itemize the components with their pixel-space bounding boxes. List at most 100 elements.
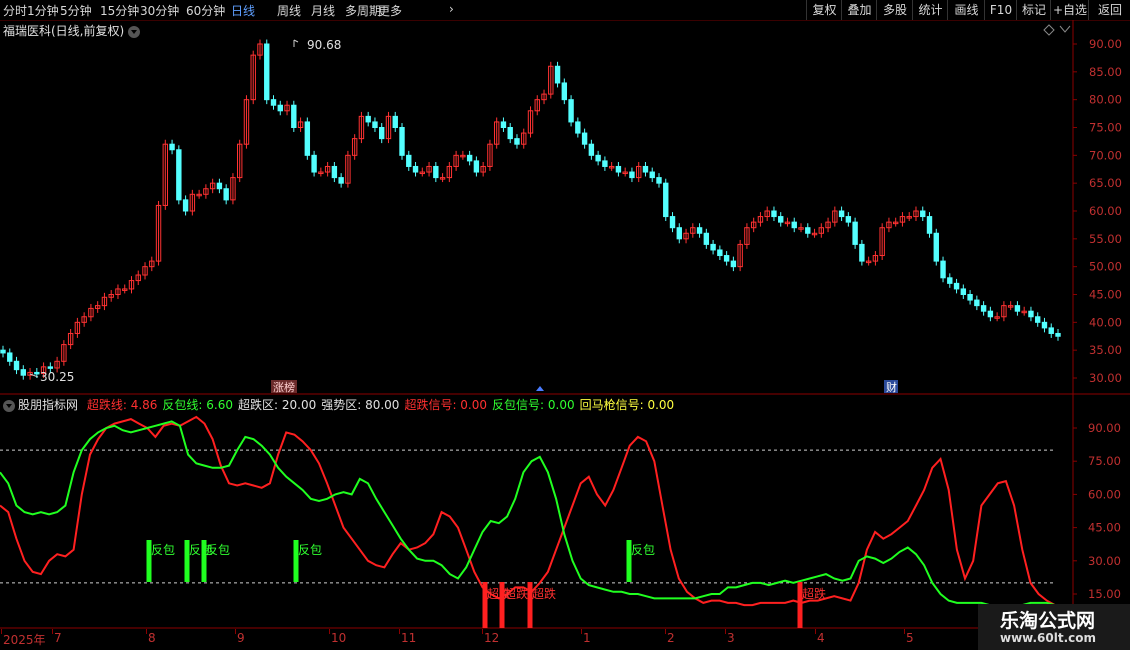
fanbao-signal-label: 反包: [298, 543, 322, 557]
price-tick-label: 75.00: [1089, 121, 1122, 135]
time-axis-label: 3: [727, 631, 735, 645]
high-marker-icon: [293, 39, 299, 47]
signal-bars: 反包 反包反包 反包 反包超跌超跌 超跌 超跌: [146, 540, 826, 628]
candlestick-series: [0, 39, 1061, 380]
candle-body: [568, 99, 574, 123]
candle-body: [960, 288, 967, 295]
time-axis-tick: [235, 629, 236, 634]
candle-body: [980, 305, 987, 312]
candle-body: [277, 104, 283, 112]
candle-body: [629, 171, 635, 179]
chaodie-signal-label: 超跌: [802, 586, 826, 601]
candle-body: [176, 149, 182, 201]
candle-body: [730, 260, 737, 268]
price-tick-label: 65.00: [1089, 176, 1122, 190]
candle-body: [372, 121, 378, 129]
candle-body: [554, 65, 561, 84]
time-axis-label: 8: [148, 631, 156, 645]
candle-body: [406, 154, 412, 167]
finance-tag-label: 财: [886, 380, 897, 394]
candle-body: [703, 232, 710, 245]
candle-body: [595, 154, 601, 162]
time-axis-tick: [725, 629, 726, 634]
candle-body: [223, 188, 229, 201]
indicator-field-3: 强势区: 80.00: [321, 398, 400, 412]
indicator-tick-label: 15.00: [1088, 587, 1121, 601]
diamond-icon[interactable]: [1043, 24, 1055, 36]
indicator-field-4: 超跌信号: 0.00: [404, 398, 488, 412]
time-axis-label: 2025年: [3, 633, 46, 647]
candle-body: [473, 160, 480, 173]
chart-canvas[interactable]: 90.00 85.00 80.00 75.00 70.00 65.00 60.00 55.00…: [0, 0, 1130, 650]
candle-body: [507, 127, 513, 140]
candle-body: [649, 171, 655, 179]
watermark: 乐淘公式网 www.60lt.com: [978, 604, 1130, 650]
time-axis-label: 4: [817, 631, 825, 645]
chevron-down-icon[interactable]: [3, 399, 15, 412]
candle-body: [514, 138, 520, 145]
candle-body: [500, 121, 507, 129]
arrow-up-icon[interactable]: [536, 386, 544, 391]
candle-body: [311, 154, 317, 173]
candle-body: [0, 349, 6, 354]
time-axis-label: 2: [667, 631, 675, 645]
time-axis-label: 5: [906, 631, 914, 645]
time-axis-tick: [904, 629, 905, 634]
time-axis-tick: [1, 629, 2, 634]
candle-body: [379, 127, 385, 140]
candle-body: [47, 366, 54, 369]
candle-body: [399, 127, 405, 156]
time-axis-label: 1: [583, 631, 591, 645]
candle-body: [669, 216, 676, 229]
chaodie-signal-label: 超跌: [504, 586, 528, 601]
candle-body: [940, 260, 946, 279]
candle-body: [561, 82, 568, 101]
candle-body: [845, 216, 852, 223]
price-tick-label: 90.00: [1089, 37, 1122, 51]
candle-body: [216, 182, 223, 190]
indicator-field-2: 超跌区: 20.00: [238, 398, 317, 412]
chevron-down-icon[interactable]: [1059, 25, 1071, 33]
candle-body: [304, 121, 311, 156]
watermark-title: 乐淘公式网: [1000, 610, 1096, 632]
candle-body: [575, 121, 581, 134]
indicator-tick-label: 90.00: [1088, 421, 1121, 435]
time-axis-label: 11: [401, 631, 417, 645]
time-axis-tick: [482, 629, 483, 634]
candle-body: [7, 352, 13, 362]
candle-body: [974, 299, 980, 307]
watermark-url: www.60lt.com: [1000, 631, 1097, 645]
candle-body: [1048, 327, 1054, 334]
price-tick-label: 50.00: [1089, 260, 1122, 274]
chaodie-signal-label: 超跌: [532, 586, 556, 601]
candle-body: [338, 177, 344, 184]
candle-body: [838, 210, 845, 218]
candle-body: [642, 165, 649, 173]
series-line-0: [0, 415, 1056, 607]
candle-body: [1055, 332, 1061, 337]
indicator-lines: [0, 415, 1056, 607]
time-axis-label: 9: [237, 631, 245, 645]
candle-body: [581, 132, 588, 145]
candle-body: [588, 143, 595, 156]
candle-body: [676, 227, 682, 240]
candle-body: [1014, 305, 1021, 312]
candle-body: [696, 227, 703, 234]
candle-body: [723, 255, 730, 262]
candle-body: [778, 216, 784, 223]
time-axis-label: 7: [54, 631, 62, 645]
price-tick-label: 35.00: [1089, 343, 1122, 357]
time-axis-tick: [665, 629, 666, 634]
time-axis-tick: [52, 629, 53, 634]
indicator-field-0: 超跌线: 4.86: [86, 398, 158, 412]
price-tick-label: 45.00: [1089, 288, 1122, 302]
candle-body: [1028, 310, 1034, 318]
candle-body: [859, 243, 865, 262]
candle-body: [392, 115, 398, 129]
candle-body: [615, 165, 622, 173]
high-label: 90.68: [307, 38, 341, 52]
indicator-name: 股朋指标网: [18, 398, 79, 412]
candle-body: [805, 227, 811, 234]
candle-body: [791, 221, 797, 229]
price-tick-label: 30.00: [1089, 371, 1122, 385]
